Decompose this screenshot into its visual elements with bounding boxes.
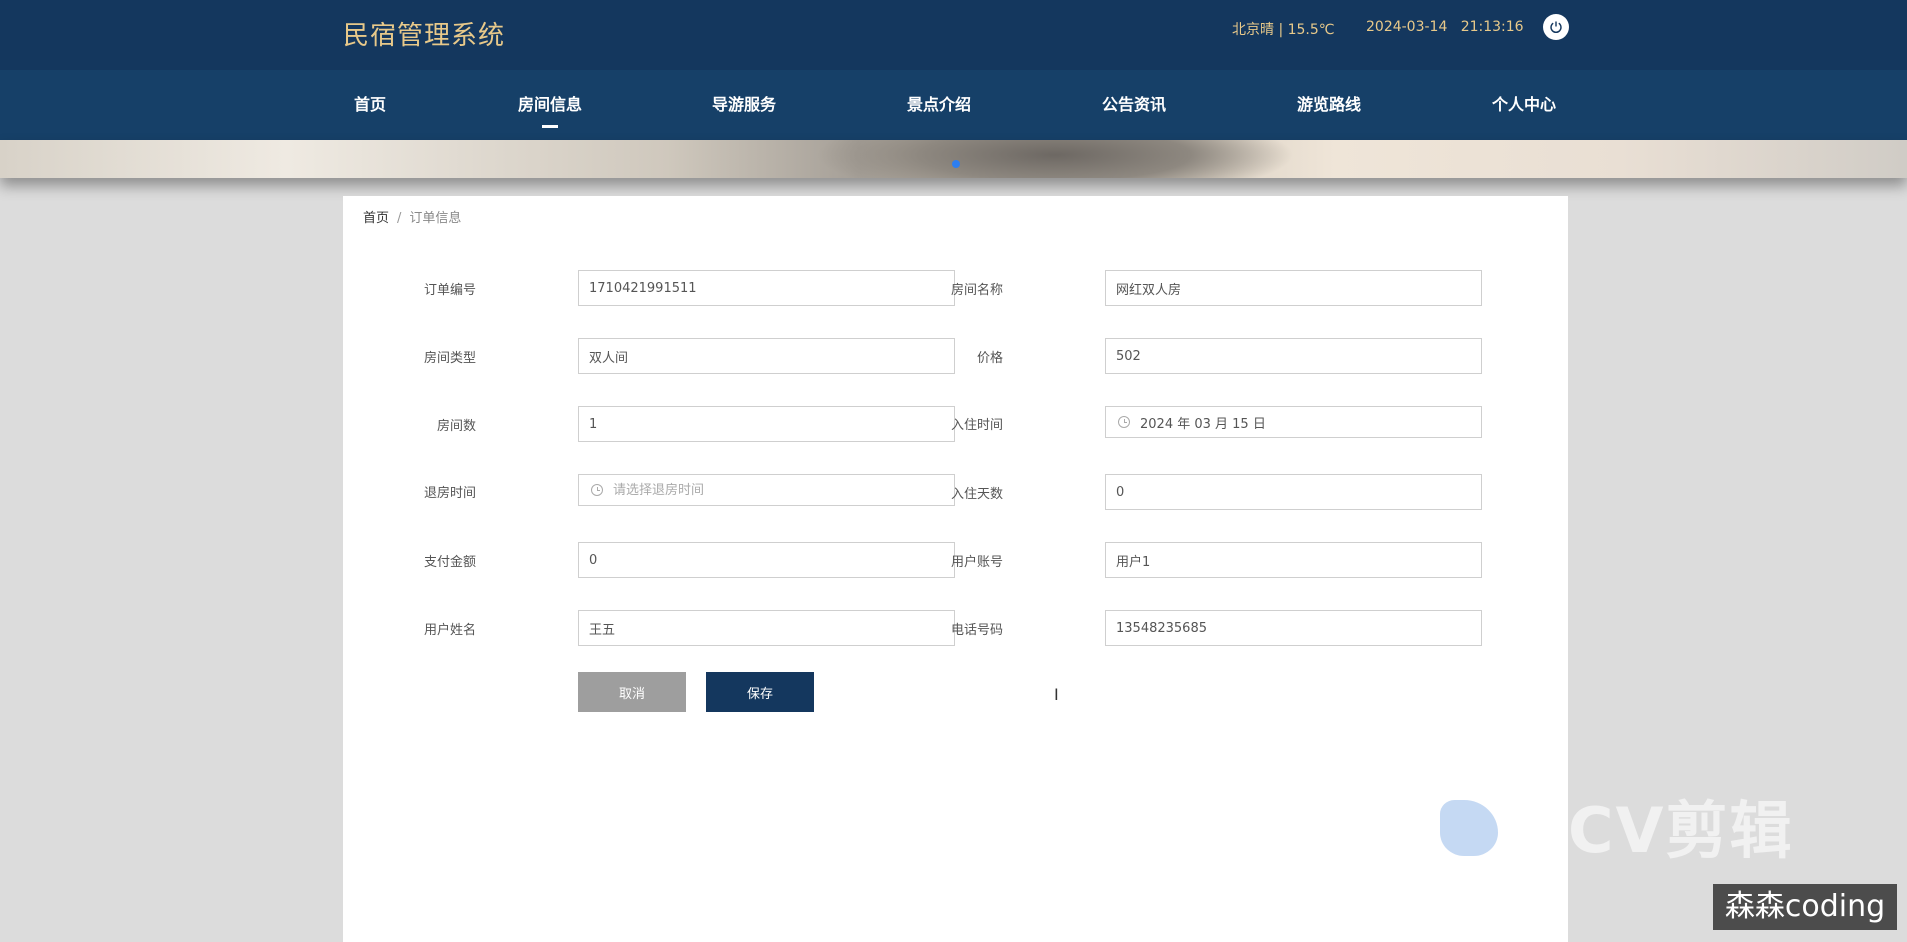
logout-button[interactable]: [1543, 14, 1569, 40]
stay-days-input[interactable]: [1105, 474, 1482, 510]
checkin-date-picker[interactable]: [1105, 406, 1482, 438]
main-nav: 首页 房间信息 导游服务 景点介绍 公告资讯 游览路线 个人中心: [0, 70, 1907, 140]
breadcrumb: 首页 / 订单信息: [363, 207, 461, 226]
price-label: 价格: [976, 351, 1003, 366]
pay-amount-label: 支付金额: [423, 555, 476, 570]
breadcrumb-separator: /: [397, 211, 402, 226]
order-form-panel: 首页/订单信息 订单编号 房间名称 房间类型 价格 房间数 入住时间 退房时间 …: [343, 196, 1568, 942]
current-datetime: 2024-03-14 21:13:16: [1366, 19, 1524, 35]
nav-item-guide-service[interactable]: 导游服务: [702, 70, 786, 140]
nav-item-attractions[interactable]: 景点介绍: [897, 70, 981, 140]
room-name-label: 房间名称: [950, 283, 1003, 298]
top-header: 民宿管理系统 北京晴 | 15.5℃ 2024-03-14 21:13:16: [0, 0, 1907, 70]
nav-item-rooms[interactable]: 房间信息: [508, 70, 592, 140]
author-watermark: 森森coding: [1713, 884, 1897, 930]
room-count-label: 房间数: [436, 419, 476, 434]
order-no-label: 订单编号: [423, 283, 476, 298]
room-name-input[interactable]: [1105, 270, 1482, 306]
nav-item-profile[interactable]: 个人中心: [1482, 70, 1566, 140]
save-button[interactable]: 保存: [706, 672, 814, 712]
app-title: 民宿管理系统: [343, 21, 506, 51]
user-name-label: 用户姓名: [423, 623, 476, 638]
power-icon: [1550, 21, 1562, 34]
clock-icon: [1118, 416, 1130, 428]
weather-info: 北京晴 | 15.5℃: [1232, 22, 1335, 38]
clock-icon: [591, 484, 603, 496]
carousel-indicator[interactable]: [952, 160, 960, 168]
banner-decoration: [815, 140, 1295, 178]
user-account-input[interactable]: [1105, 542, 1482, 578]
nav-item-tour-routes[interactable]: 游览路线: [1287, 70, 1371, 140]
phone-label: 电话号码: [950, 623, 1003, 638]
user-account-label: 用户账号: [950, 555, 1003, 570]
cancel-button[interactable]: 取消: [578, 672, 686, 712]
phone-input[interactable]: [1105, 610, 1482, 646]
banner-image: [0, 140, 1907, 178]
checkin-time-label: 入住时间: [950, 418, 1003, 433]
price-input[interactable]: [1105, 338, 1482, 374]
breadcrumb-current: 订单信息: [409, 211, 462, 226]
text-cursor-icon: I: [1054, 685, 1059, 704]
stay-days-label: 入住天数: [950, 487, 1003, 502]
breadcrumb-home[interactable]: 首页: [363, 211, 389, 226]
checkout-time-label: 退房时间: [423, 486, 476, 501]
room-type-label: 房间类型: [423, 351, 476, 366]
nav-item-announcements[interactable]: 公告资讯: [1092, 70, 1176, 140]
nav-item-home[interactable]: 首页: [334, 70, 406, 140]
watermark-logo-text: CV剪辑: [1568, 794, 1794, 867]
